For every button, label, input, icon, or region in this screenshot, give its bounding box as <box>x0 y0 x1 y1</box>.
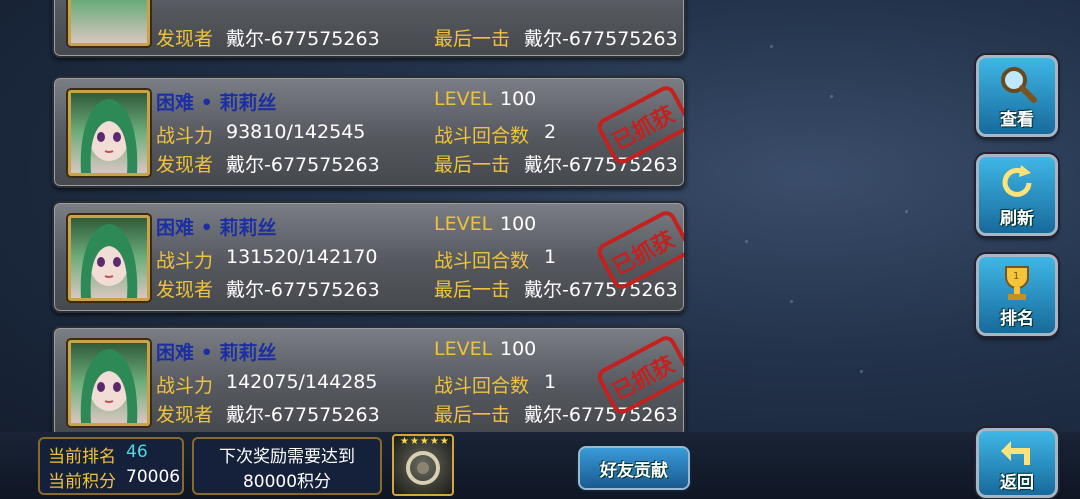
lilith-portrait-icon <box>80 349 138 423</box>
friend-contribution-button[interactable]: 好友贡献 <box>578 446 690 490</box>
power-value: 93810/142545 <box>226 121 366 143</box>
lasthit-label: 最后一击 <box>434 404 511 426</box>
bg-speck <box>830 95 833 98</box>
next-reward-line2: 80000积分 <box>242 472 332 492</box>
finder-label: 发现者 <box>156 404 214 426</box>
rounds-value: 1 <box>544 371 557 393</box>
trophy-icon: 1 <box>1005 266 1029 300</box>
bg-speck <box>860 370 863 373</box>
bg-speck <box>790 300 793 303</box>
rounds-label: 战斗回合数 <box>434 375 530 397</box>
score-panel: 当前排名 46 当前积分 70006 <box>38 437 184 495</box>
power-value: 131520/142170 <box>226 246 378 268</box>
finder-label: 发现者 <box>156 279 214 301</box>
rank-label: 当前排名 <box>48 447 116 467</box>
back-label: 返回 <box>1000 473 1034 493</box>
return-arrow-icon <box>1001 441 1030 465</box>
level-label: LEVEL <box>434 213 493 235</box>
view-button[interactable]: 查看 <box>976 55 1058 137</box>
back-button[interactable]: 返回 <box>976 428 1058 498</box>
lasthit-label: 最后一击 <box>434 154 511 176</box>
finder-label: 发现者 <box>156 154 214 176</box>
lilith-portrait-icon <box>80 99 138 173</box>
boss-avatar <box>68 340 150 426</box>
reward-gem-icon <box>406 451 440 485</box>
refresh-icon <box>1002 165 1032 197</box>
level-value: 100 <box>500 338 537 360</box>
rounds-label: 战斗回合数 <box>434 250 530 272</box>
boss-card[interactable]: 困难 • 莉莉丝 战斗力 131520/142170 发现者 戴尔-677575… <box>52 201 686 313</box>
lasthit-label: 最后一击 <box>434 279 511 301</box>
boss-avatar <box>68 90 150 176</box>
power-label: 战斗力 <box>156 375 214 397</box>
finder-label: 发现者 <box>156 28 214 50</box>
finder-value: 戴尔-677575263 <box>226 28 380 50</box>
boss-name: 困难 • 莉莉丝 <box>156 342 277 364</box>
bg-speck <box>770 45 773 48</box>
level-label: LEVEL <box>434 88 493 110</box>
boss-card-partial[interactable]: 发现者 戴尔-677575263 最后一击 戴尔-677575263 <box>52 0 686 58</box>
friend-contribution-label: 好友贡献 <box>600 461 668 481</box>
rounds-value: 2 <box>544 121 557 143</box>
reward-item[interactable]: ★★★★★ <box>392 434 454 496</box>
level-label: LEVEL <box>434 338 493 360</box>
rounds-label: 战斗回合数 <box>434 125 530 147</box>
boss-card[interactable]: 困难 • 莉莉丝 战斗力 93810/142545 发现者 戴尔-6775752… <box>52 76 686 188</box>
bg-speck <box>745 240 748 243</box>
rounds-value: 1 <box>544 246 557 268</box>
refresh-label: 刷新 <box>1000 209 1034 229</box>
boss-name: 困难 • 莉莉丝 <box>156 92 277 114</box>
finder-value: 戴尔-677575263 <box>226 404 380 426</box>
next-reward-panel: 下次奖励需要达到 80000积分 <box>192 437 382 495</box>
boss-avatar <box>68 215 150 301</box>
boss-card[interactable]: 困难 • 莉莉丝 战斗力 142075/144285 发现者 戴尔-677575… <box>52 326 686 438</box>
finder-value: 戴尔-677575263 <box>226 154 380 176</box>
view-label: 查看 <box>1000 110 1034 130</box>
score-label: 当前积分 <box>48 472 116 492</box>
rank-value: 46 <box>126 442 148 462</box>
rank-button[interactable]: 1 排名 <box>976 254 1058 336</box>
finder-value: 戴尔-677575263 <box>226 279 380 301</box>
rank-label: 排名 <box>1000 309 1034 329</box>
level-value: 100 <box>500 88 537 110</box>
power-label: 战斗力 <box>156 250 214 272</box>
refresh-button[interactable]: 刷新 <box>976 154 1058 236</box>
svg-text:1: 1 <box>1013 271 1019 282</box>
power-value: 142075/144285 <box>226 371 378 393</box>
level-value: 100 <box>500 213 537 235</box>
next-reward-line1: 下次奖励需要达到 <box>219 447 355 467</box>
score-value: 70006 <box>126 467 181 487</box>
boss-avatar <box>68 0 150 46</box>
lasthit-value: 戴尔-677575263 <box>524 28 678 50</box>
boss-name: 困难 • 莉莉丝 <box>156 217 277 239</box>
bg-speck <box>905 210 908 213</box>
power-label: 战斗力 <box>156 125 214 147</box>
lilith-portrait-icon <box>80 224 138 298</box>
magnifier-icon <box>1001 67 1037 103</box>
bottom-bar: 当前排名 46 当前积分 70006 下次奖励需要达到 80000积分 ★★★★… <box>0 432 1080 499</box>
lasthit-label: 最后一击 <box>434 28 511 50</box>
